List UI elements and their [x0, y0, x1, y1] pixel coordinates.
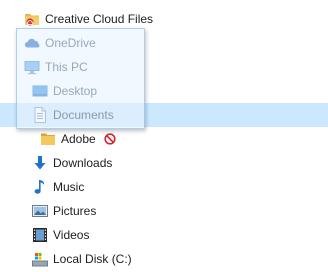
- nav-item-creative-cloud-files[interactable]: Creative Cloud Files: [0, 7, 328, 31]
- nav-item-documents[interactable]: Documents: [0, 103, 328, 127]
- nav-item-videos[interactable]: Videos: [0, 223, 328, 247]
- onedrive-cloud-icon: [24, 35, 40, 51]
- nav-item-onedrive[interactable]: OneDrive: [0, 31, 328, 55]
- folder-icon: [40, 131, 56, 147]
- nav-item-label: Downloads: [53, 156, 113, 170]
- nav-item-pictures[interactable]: Pictures: [0, 199, 328, 223]
- nav-item-local-disk[interactable]: Local Disk (C:): [0, 247, 328, 271]
- desktop-icon: [32, 83, 48, 99]
- nav-item-label: Documents: [53, 108, 114, 122]
- music-note-icon: [32, 179, 48, 195]
- nav-item-label: Videos: [53, 228, 90, 242]
- nav-item-downloads[interactable]: Downloads: [0, 151, 328, 175]
- nav-item-label: Adobe: [61, 132, 96, 146]
- monitor-icon: [24, 59, 40, 75]
- drive-icon: [32, 251, 48, 267]
- nav-item-label: Pictures: [53, 204, 97, 218]
- nav-item-adobe[interactable]: Adobe: [0, 127, 328, 151]
- documents-icon: [32, 107, 48, 123]
- nav-item-label: Local Disk (C:): [53, 252, 132, 266]
- no-drop-icon: [104, 133, 116, 145]
- nav-item-label: OneDrive: [45, 36, 96, 50]
- pictures-icon: [32, 203, 48, 219]
- nav-item-label: This PC: [45, 60, 88, 74]
- nav-item-label: Desktop: [53, 84, 98, 98]
- nav-item-music[interactable]: Music: [0, 175, 328, 199]
- nav-item-this-pc[interactable]: This PC: [0, 55, 328, 79]
- nav-item-label: Music: [53, 180, 85, 194]
- download-arrow-icon: [32, 155, 48, 171]
- film-strip-icon: [32, 227, 48, 243]
- nav-item-desktop[interactable]: Desktop: [0, 79, 328, 103]
- creative-cloud-folder-icon: [24, 11, 40, 27]
- nav-item-label: Creative Cloud Files: [45, 12, 154, 26]
- navigation-pane: Creative Cloud Files OneDrive This PC De…: [0, 0, 328, 272]
